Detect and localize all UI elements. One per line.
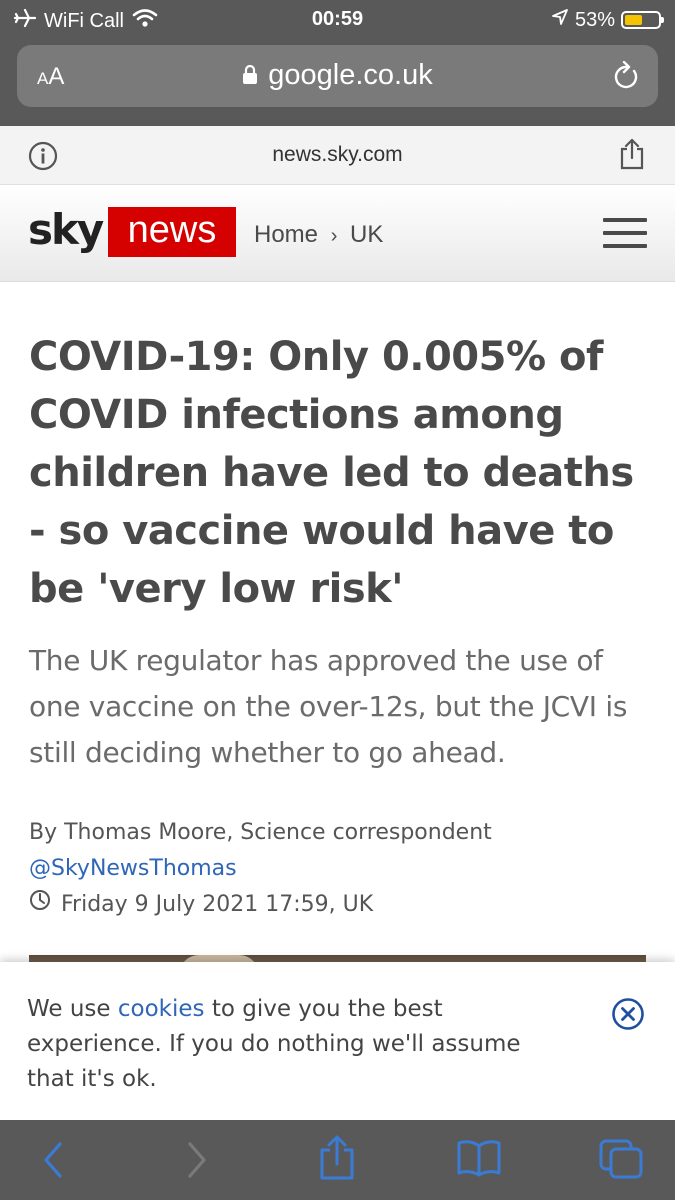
- cookie-message: We use cookies to give you the best expe…: [27, 992, 567, 1097]
- battery-icon: [621, 11, 664, 29]
- tabs-icon[interactable]: [598, 1138, 644, 1184]
- cookie-text-start: We use: [27, 996, 118, 1022]
- site-header: sky news Home › UK: [0, 185, 675, 282]
- article-headline: COVID-19: Only 0.005% of COVID infection…: [29, 334, 634, 612]
- browser-chrome: WiFi Call 00:59 53% AA google.co.uk: [0, 0, 675, 126]
- clock-icon: [29, 887, 51, 923]
- browser-toolbar: [0, 1120, 675, 1200]
- site-host: news.sky.com: [272, 143, 403, 166]
- publish-date: Friday 9 July 2021 17:59, UK: [61, 892, 374, 917]
- menu-icon[interactable]: [603, 218, 647, 248]
- lock-icon: [242, 60, 258, 93]
- back-icon[interactable]: [40, 1140, 66, 1184]
- address-bar[interactable]: AA google.co.uk: [17, 45, 658, 107]
- news-logo[interactable]: news: [108, 207, 236, 257]
- bookmarks-icon[interactable]: [456, 1138, 502, 1182]
- share-icon[interactable]: [318, 1134, 356, 1186]
- location-arrow-icon: [551, 8, 569, 32]
- article-standfirst: The UK regulator has approved the use of…: [29, 644, 628, 769]
- publish-date-row: Friday 9 July 2021 17:59, UK: [29, 887, 649, 923]
- close-icon[interactable]: [611, 997, 645, 1035]
- breadcrumb-home[interactable]: Home: [254, 221, 318, 249]
- twitter-handle-link[interactable]: @SkyNewsThomas: [29, 851, 649, 887]
- battery-level: [625, 15, 642, 25]
- breadcrumb: Home › UK: [254, 221, 383, 249]
- url-text: google.co.uk: [268, 59, 433, 91]
- battery-percent: 53%: [574, 8, 615, 31]
- amp-site-bar: news.sky.com: [0, 126, 675, 185]
- byline: By Thomas Moore, Science correspondent @…: [29, 815, 649, 923]
- breadcrumb-section[interactable]: UK: [350, 221, 383, 249]
- breadcrumb-separator: ›: [330, 225, 338, 247]
- cookie-banner: We use cookies to give you the best expe…: [0, 962, 675, 1120]
- url-field[interactable]: google.co.uk: [17, 59, 658, 93]
- sky-logo[interactable]: sky: [28, 205, 104, 254]
- author-line: By Thomas Moore, Science correspondent: [29, 820, 492, 845]
- cookies-link[interactable]: cookies: [118, 996, 205, 1022]
- status-bar: WiFi Call 00:59 53%: [0, 0, 675, 40]
- forward-icon[interactable]: [184, 1140, 210, 1184]
- share-icon[interactable]: [619, 138, 645, 174]
- reload-icon[interactable]: [612, 60, 640, 95]
